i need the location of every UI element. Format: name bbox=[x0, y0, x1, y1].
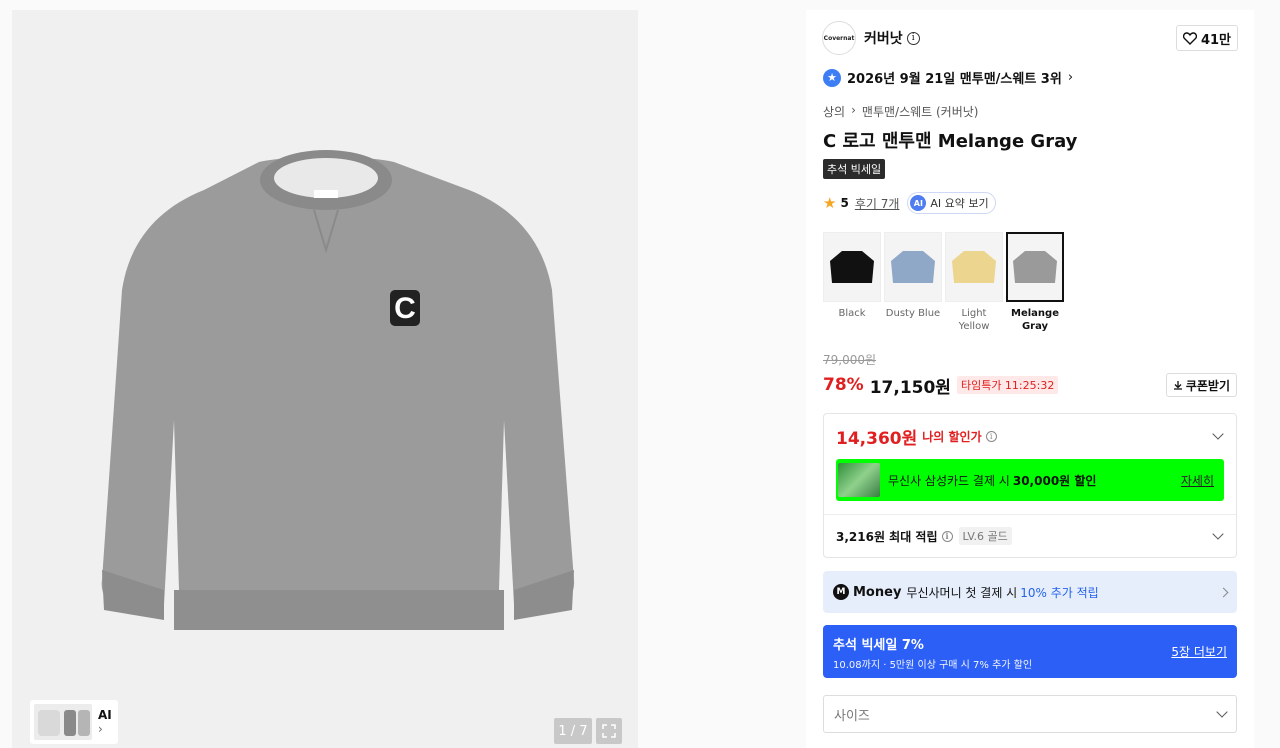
price-row: 78% 17,150원 타임특가 11:25:32 쿠폰받기 bbox=[823, 371, 1237, 399]
chevron-right-icon bbox=[1218, 587, 1229, 597]
level-badge: LV.6 골드 bbox=[958, 527, 1012, 545]
color-swatch-image bbox=[945, 232, 1003, 302]
svg-text:C: C bbox=[394, 292, 416, 325]
color-swatch-image bbox=[823, 232, 881, 302]
coupon-label: 쿠폰받기 bbox=[1185, 378, 1230, 393]
breadcrumb-category[interactable]: 상의 bbox=[823, 103, 845, 120]
size-placeholder: 사이즈 bbox=[834, 708, 870, 724]
info-icon[interactable]: i bbox=[906, 31, 920, 45]
sale-tag: 추석 빅세일 bbox=[823, 159, 886, 179]
download-icon bbox=[1173, 381, 1182, 390]
chevron-down-icon bbox=[1212, 528, 1224, 540]
image-counter: 1 / 7 bbox=[554, 718, 592, 744]
my-discount-label: 나의 할인가 bbox=[922, 429, 982, 444]
chevron-down-icon bbox=[1216, 706, 1228, 718]
star-badge-icon: ★ bbox=[823, 68, 841, 87]
original-price: 79,000원 bbox=[823, 353, 877, 367]
max-points: 3,216원 최대 적립 bbox=[836, 529, 938, 544]
product-gallery: C AI › 1 / 7 bbox=[12, 10, 638, 748]
breadcrumb-subcategory[interactable]: 맨투맨/스웨트 (커버낫) bbox=[862, 103, 979, 120]
color-label: Black bbox=[838, 308, 866, 319]
color-label: Melange Gray bbox=[1011, 308, 1059, 332]
color-swatch-image bbox=[1006, 232, 1064, 302]
color-option-melange-gray[interactable]: Melange Gray bbox=[1006, 232, 1064, 333]
info-icon[interactable]: i bbox=[941, 530, 953, 542]
brand-logo[interactable]: Covernat bbox=[822, 21, 856, 55]
ranking-link[interactable]: ★ 2026년 9월 21일 맨투맨/스웨트 3위 › bbox=[823, 68, 1073, 87]
color-option-light-yellow[interactable]: Light Yellow bbox=[945, 232, 1003, 333]
review-row: ★ 5 후기 7개 AI AI 요약 보기 bbox=[823, 192, 996, 214]
like-count: 41만 bbox=[1200, 32, 1231, 48]
card-promo-text: 무신사 삼성카드 결제 시 bbox=[888, 473, 1010, 488]
money-text: 무신사머니 첫 결제 시 bbox=[906, 585, 1018, 600]
ranking-text: 2026년 9월 21일 맨투맨/스웨트 3위 bbox=[847, 72, 1062, 87]
expand-icon[interactable] bbox=[596, 718, 622, 744]
money-icon: M bbox=[833, 584, 849, 600]
brand-row: Covernat 커버낫 i 41만 bbox=[822, 21, 1238, 55]
color-option-dusty-blue[interactable]: Dusty Blue bbox=[884, 232, 942, 333]
musinsa-money-banner[interactable]: M Money 무신사머니 첫 결제 시 10% 추가 적립 bbox=[823, 571, 1237, 613]
event-subtitle: 10.08까지 · 5만원 이상 구매 시 7% 추가 할인 bbox=[833, 660, 1033, 671]
my-price-row[interactable]: 14,360원 나의 할인가 i bbox=[836, 424, 1226, 449]
color-options: Black Dusty Blue Light Yellow Melange Gr… bbox=[823, 232, 1064, 333]
chevron-right-icon: › bbox=[98, 722, 103, 736]
card-detail-link[interactable]: 자세히 bbox=[1181, 472, 1214, 489]
heart-icon bbox=[1182, 31, 1197, 45]
color-swatch-image bbox=[884, 232, 942, 302]
brand-name[interactable]: 커버낫 bbox=[864, 28, 903, 48]
divider bbox=[824, 514, 1236, 515]
money-brand: Money bbox=[853, 584, 902, 600]
discount-box: 14,360원 나의 할인가 i 무신사 삼성카드 결제 시 30,000원 할… bbox=[823, 413, 1237, 558]
ai-thumbnail-strip[interactable]: AI › bbox=[30, 700, 118, 744]
event-title: 추석 빅세일 7% bbox=[833, 638, 924, 653]
card-promo-amount: 30,000원 할인 bbox=[1012, 473, 1097, 488]
ai-summary-button[interactable]: AI AI 요약 보기 bbox=[907, 192, 996, 214]
product-info-panel: Covernat 커버낫 i 41만 ★ 2026년 9월 21일 맨투맨/스웨… bbox=[806, 10, 1254, 748]
money-accent: 10% 추가 적립 bbox=[1020, 585, 1099, 600]
chevron-right-icon: › bbox=[1067, 70, 1074, 85]
my-discount-price: 14,360원 bbox=[836, 428, 918, 449]
color-label: Light Yellow bbox=[958, 308, 990, 332]
size-select[interactable]: 사이즈 bbox=[823, 695, 1237, 733]
discount-percent: 78% bbox=[823, 375, 864, 395]
time-deal-badge: 타임특가 11:25:32 bbox=[956, 376, 1059, 394]
color-label: Dusty Blue bbox=[885, 308, 941, 319]
like-button[interactable]: 41만 bbox=[1175, 25, 1238, 51]
sale-price: 17,150원 bbox=[869, 377, 951, 398]
reviews-link[interactable]: 후기 7개 bbox=[855, 195, 900, 212]
product-title: C 로고 맨투맨 Melange Gray bbox=[823, 131, 1078, 152]
card-promo-banner[interactable]: 무신사 삼성카드 결제 시 30,000원 할인 자세히 bbox=[836, 459, 1224, 501]
thumbnail-image[interactable] bbox=[34, 704, 92, 740]
more-coupons-link[interactable]: 5장 더보기 bbox=[1171, 643, 1227, 660]
product-main-image[interactable]: C bbox=[74, 150, 579, 640]
breadcrumb: 상의 › 맨투맨/스웨트 (커버낫) bbox=[823, 103, 979, 120]
rating-score: 5 bbox=[840, 196, 849, 210]
ai-icon: AI bbox=[910, 195, 927, 211]
breadcrumb-separator: › bbox=[851, 103, 856, 117]
event-coupon-banner[interactable]: 추석 빅세일 7% 10.08까지 · 5만원 이상 구매 시 7% 추가 할인… bbox=[823, 625, 1237, 678]
star-icon: ★ bbox=[823, 194, 837, 212]
card-promo-image bbox=[838, 463, 880, 497]
info-icon[interactable]: i bbox=[985, 430, 997, 442]
color-option-black[interactable]: Black bbox=[823, 232, 881, 333]
ai-label: AI › bbox=[98, 708, 112, 736]
coupon-button[interactable]: 쿠폰받기 bbox=[1165, 373, 1237, 397]
points-row[interactable]: 3,216원 최대 적립 i LV.6 골드 bbox=[836, 526, 1226, 546]
chevron-down-icon bbox=[1212, 428, 1224, 440]
ai-summary-label: AI 요약 보기 bbox=[930, 197, 989, 210]
